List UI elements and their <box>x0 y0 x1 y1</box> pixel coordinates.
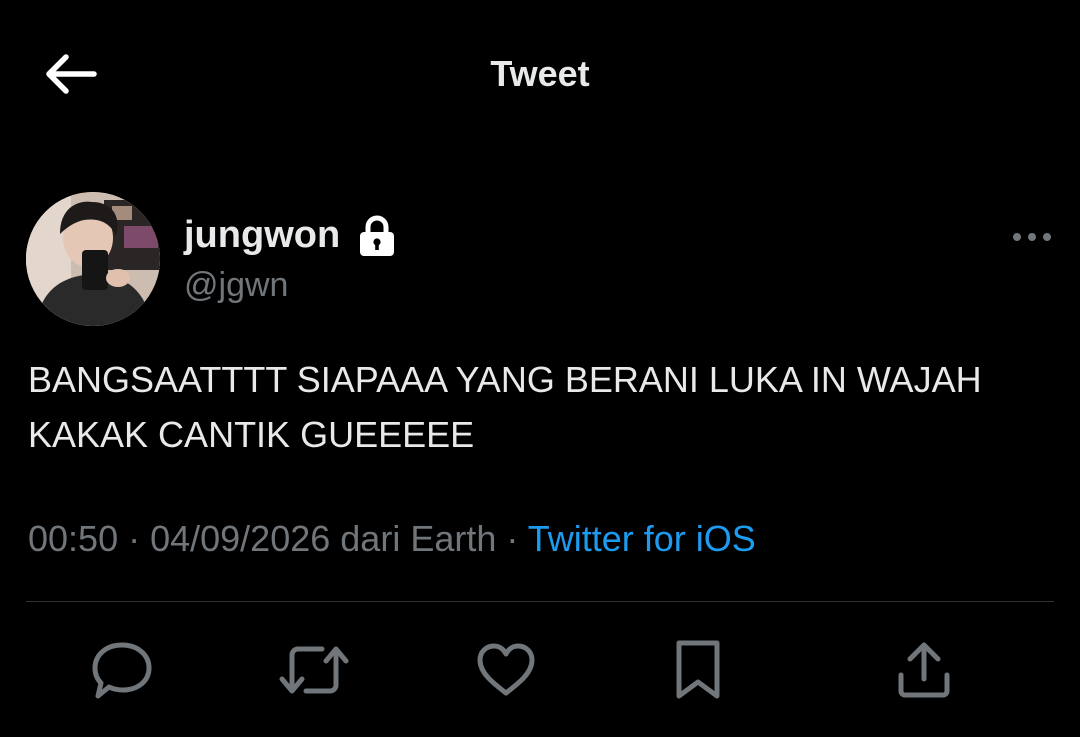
tweet-date: 04/09/2026 <box>150 518 331 559</box>
meta-separator: · <box>496 518 528 559</box>
tweet-time: 00:50 <box>28 518 119 559</box>
tweet-metadata: 00:50 · 04/09/2026 dari Earth · Twitter … <box>28 516 756 562</box>
tweet-location: dari Earth <box>330 518 497 559</box>
more-dots-icon <box>1013 233 1051 241</box>
like-button[interactable] <box>470 630 542 710</box>
share-button[interactable] <box>888 630 960 710</box>
lock-icon <box>358 213 396 257</box>
bookmark-icon <box>676 640 720 699</box>
bookmark-button[interactable] <box>662 630 734 710</box>
reply-button[interactable] <box>86 630 158 710</box>
share-icon <box>898 642 950 698</box>
retweet-icon <box>279 646 349 694</box>
page-title: Tweet <box>490 53 590 94</box>
author-name[interactable]: jungwon <box>184 212 340 258</box>
tweet-author: jungwon @jgwn <box>26 192 1056 326</box>
more-options-button[interactable] <box>1008 222 1056 252</box>
meta-separator: · <box>118 518 151 559</box>
divider <box>26 601 1054 602</box>
avatar-photo <box>26 192 160 326</box>
reply-icon <box>92 642 152 699</box>
avatar[interactable] <box>26 192 160 326</box>
tweet-text: BANGSAATTTT SIAPAAA YANG BERANI LUKA IN … <box>28 359 982 455</box>
author-name-row: jungwon <box>184 212 396 258</box>
top-bar: Tweet <box>0 0 1080 150</box>
author-handle[interactable]: @jgwn <box>184 264 288 306</box>
retweet-button[interactable] <box>278 630 350 710</box>
action-bar <box>0 630 1080 710</box>
tweet-source-link[interactable]: Twitter for iOS <box>528 518 756 559</box>
heart-icon <box>477 643 535 696</box>
